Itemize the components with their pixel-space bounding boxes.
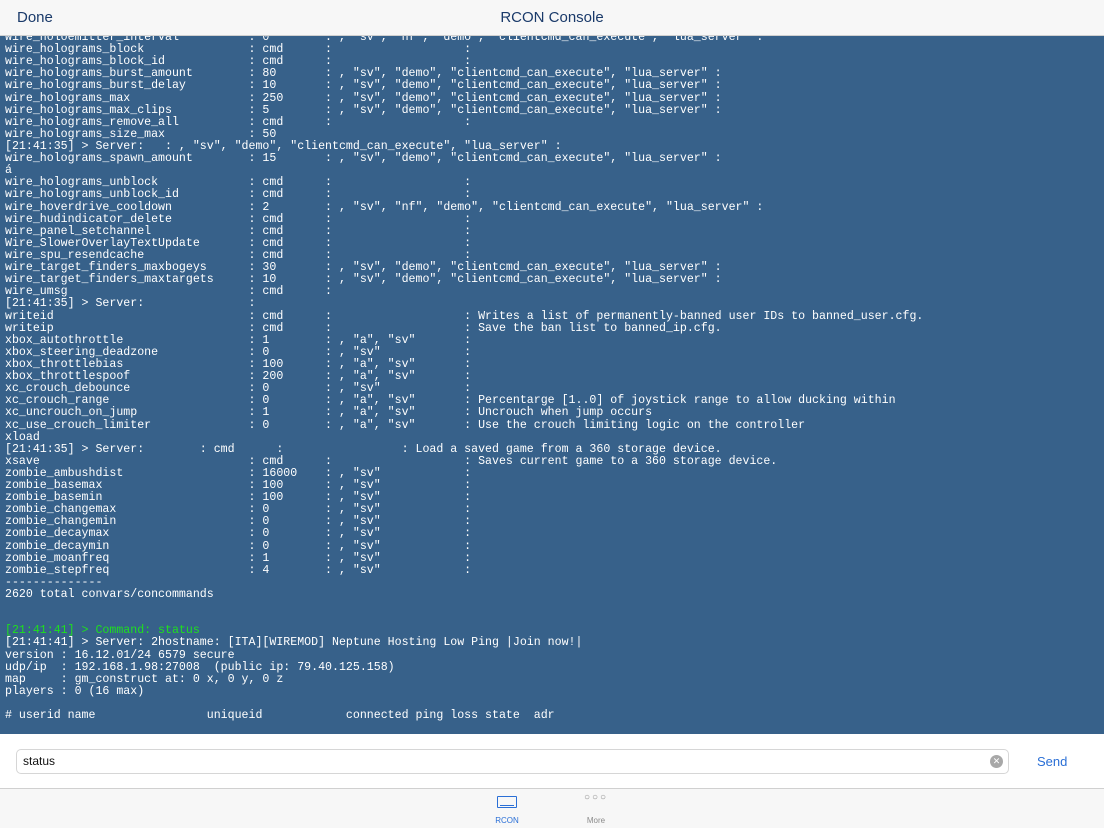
clear-icon[interactable]: ✕ xyxy=(990,755,1003,768)
console-line: map : gm_construct at: 0 x, 0 y, 0 z xyxy=(5,672,284,686)
console-line: wire_hoverdrive_cooldown : 2 : , "sv", "… xyxy=(5,200,764,214)
console-line: xc_uncrouch_on_jump : 1 : , "a", "sv" : … xyxy=(5,406,653,420)
send-button[interactable]: Send xyxy=(1037,754,1067,769)
console-line: wire_holograms_burst_delay : 10 : , "sv"… xyxy=(5,79,722,93)
console-output[interactable]: wire_holoemitter_interval : 0 : , "sv", … xyxy=(0,36,1104,734)
console-line: xload xyxy=(5,430,40,444)
console-line: wire_holograms_spawn_amount : 15 : , "sv… xyxy=(5,152,722,166)
console-icon xyxy=(497,796,517,808)
console-line: zombie_decaymin : 0 : , "sv" : xyxy=(5,539,472,553)
console-line: xc_use_crouch_limiter : 0 : , "a", "sv" … xyxy=(5,418,806,432)
console-line: zombie_stepfreq : 4 : , "sv" : xyxy=(5,563,472,577)
tab-rcon[interactable]: RCON xyxy=(477,789,537,829)
console-line: [21:41:35] > Server: : xyxy=(5,297,256,311)
command-input-value[interactable]: status xyxy=(23,754,55,768)
page-title: RCON Console xyxy=(500,9,604,26)
console-line: [21:41:35] > Server: : cmd : : Load a sa… xyxy=(5,442,722,456)
command-input[interactable]: status ✕ xyxy=(16,749,1009,774)
console-line: players : 0 (16 max) xyxy=(5,684,145,698)
console-line: 2620 total convars/concommands xyxy=(5,588,214,602)
console-line: version : 16.12.01/24 6579 secure xyxy=(5,648,235,662)
tab-bar: RCON ○○○ More xyxy=(0,788,1104,828)
console-line: wire_holograms_max : 250 : , "sv", "demo… xyxy=(5,91,722,105)
console-line: # userid name uniqueid connected ping lo… xyxy=(5,709,555,723)
tab-rcon-label: RCON xyxy=(495,816,519,825)
console-line: zombie_moanfreq : 1 : , "sv" : xyxy=(5,551,472,565)
console-lines: wire_holoemitter_interval : 0 : , "sv", … xyxy=(5,36,1104,722)
console-line: [21:41:41] > Server: 2hostname: [ITA][WI… xyxy=(5,636,583,650)
console-line: wire_holograms_unblock_id : cmd : : xyxy=(5,188,472,202)
console-line: wire_hudindicator_delete : cmd : : xyxy=(5,212,472,226)
console-line: udp/ip : 192.168.1.98:27008 (public ip: … xyxy=(5,660,395,674)
more-icon: ○○○ xyxy=(583,792,609,803)
console-line: writeid : cmd : : Writes a list of perma… xyxy=(5,309,924,323)
navigation-bar: Done RCON Console xyxy=(0,0,1104,36)
tab-more-label: More xyxy=(586,816,606,825)
console-line: wire_holograms_max_clips : 5 : , "sv", "… xyxy=(5,103,722,117)
console-line: zombie_decaymax : 0 : , "sv" : xyxy=(5,527,472,541)
tab-more[interactable]: ○○○ More xyxy=(566,789,626,829)
console-line: writeip : cmd : : Save the ban list to b… xyxy=(5,321,722,335)
